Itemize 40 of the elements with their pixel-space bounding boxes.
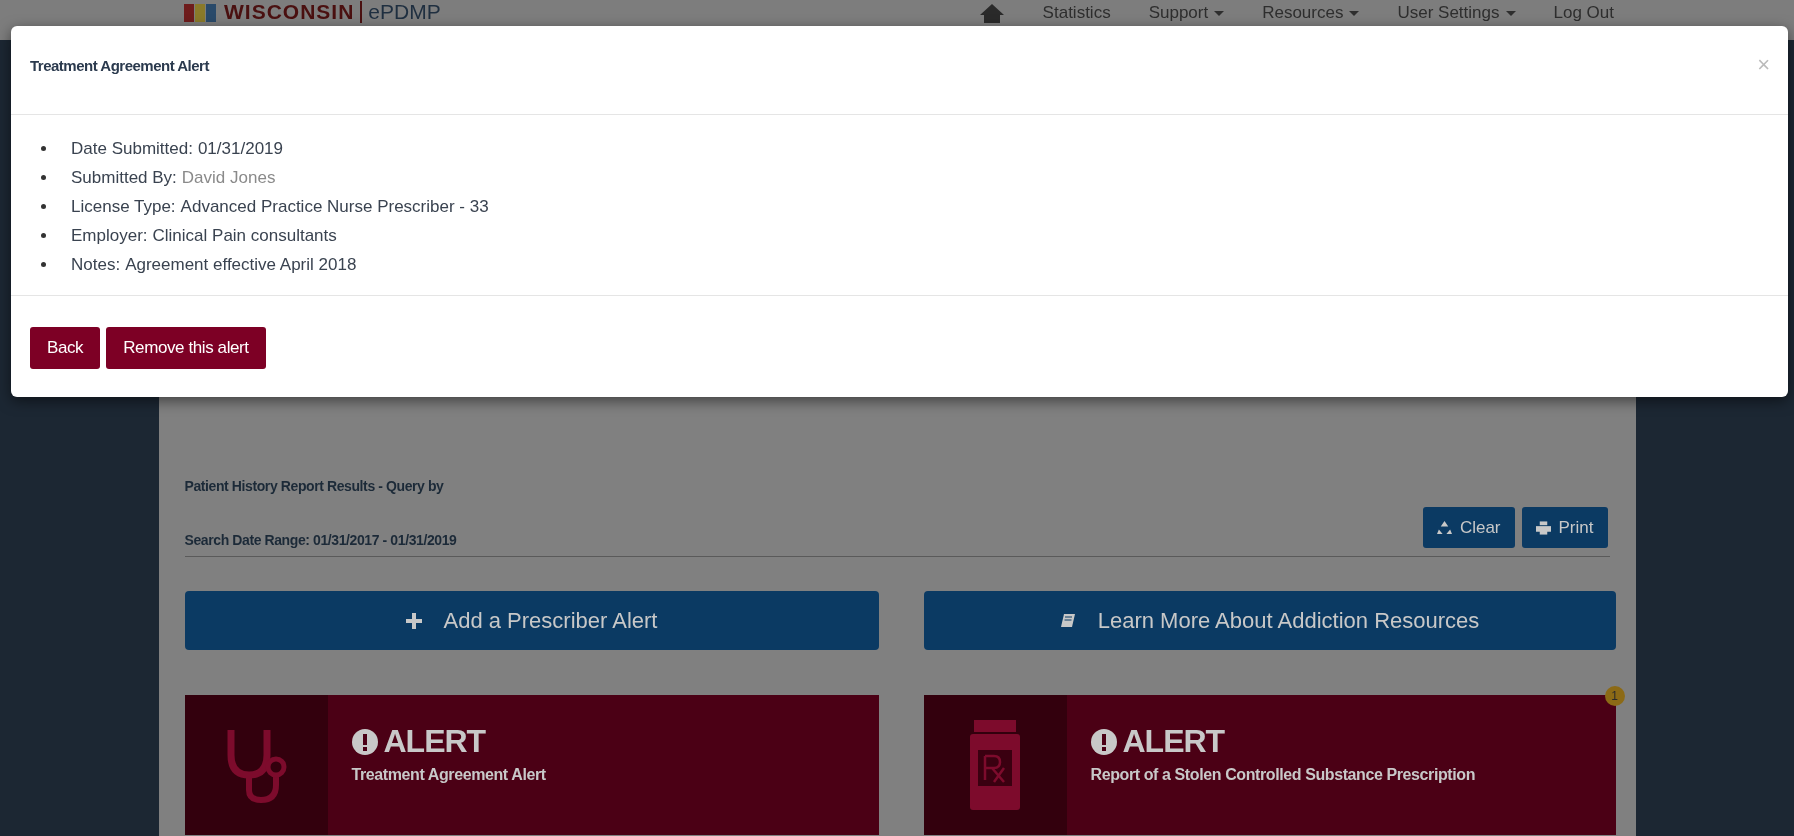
home-icon[interactable] — [978, 3, 1005, 23]
logo-product-name: ePDMP — [360, 1, 441, 23]
exclamation-icon — [1090, 728, 1117, 755]
exclamation-icon — [351, 728, 378, 755]
logo-icon — [184, 2, 218, 22]
printer-icon — [1535, 520, 1551, 535]
detail-value: Clinical Pain consultants — [152, 225, 337, 247]
detail-label: Date Submitted: — [71, 138, 193, 160]
dialog-title: Treatment Agreement Alert — [30, 56, 209, 74]
detail-label: Employer: — [71, 225, 148, 247]
prescription-bottle-icon — [970, 720, 1020, 810]
alert-heading: ALERT — [383, 723, 486, 760]
count-badge: 1 — [1604, 686, 1625, 706]
print-button[interactable]: Print — [1521, 507, 1608, 548]
bullet-icon — [41, 262, 46, 267]
book-icon — [1059, 612, 1076, 629]
detail-value: 01/31/2019 — [197, 138, 283, 160]
dialog-button[interactable]: Back — [30, 327, 101, 369]
alert-card[interactable]: ALERT Treatment Agreement Alert — [184, 695, 879, 835]
detail-label: License Type: — [71, 196, 176, 218]
detail-label: Notes: — [71, 254, 121, 276]
alert-description: Treatment Agreement Alert — [351, 766, 546, 784]
detail-link[interactable]: David Jones — [181, 163, 276, 192]
date-range: Search Date Range: 01/31/2017 - 01/31/2019 — [184, 532, 457, 548]
dialog-button[interactable]: Remove this alert — [106, 327, 266, 369]
alert-description: Report of a Stolen Controlled Substance Prescription — [1090, 766, 1476, 784]
bullet-icon — [41, 146, 46, 151]
bullet-icon — [41, 175, 46, 180]
logo-text: WISCONSIN — [224, 1, 355, 23]
detail-label: Submitted By: — [71, 167, 177, 189]
alert-heading: ALERT — [1122, 723, 1225, 760]
clear-button[interactable]: Clear — [1422, 507, 1515, 548]
bullet-icon — [41, 233, 46, 238]
bullet-icon — [41, 204, 46, 209]
detail-value: Advanced Practice Nurse Prescriber - 33 — [180, 196, 489, 218]
action-button[interactable]: Add a Prescriber Alert — [184, 591, 879, 650]
detail-value: Agreement effective April 2018 — [125, 254, 357, 276]
action-button[interactable]: Learn More About Addiction Resources — [923, 591, 1616, 650]
plus-icon — [405, 612, 422, 629]
report-title: Patient History Report Results - Query by — [184, 478, 445, 494]
